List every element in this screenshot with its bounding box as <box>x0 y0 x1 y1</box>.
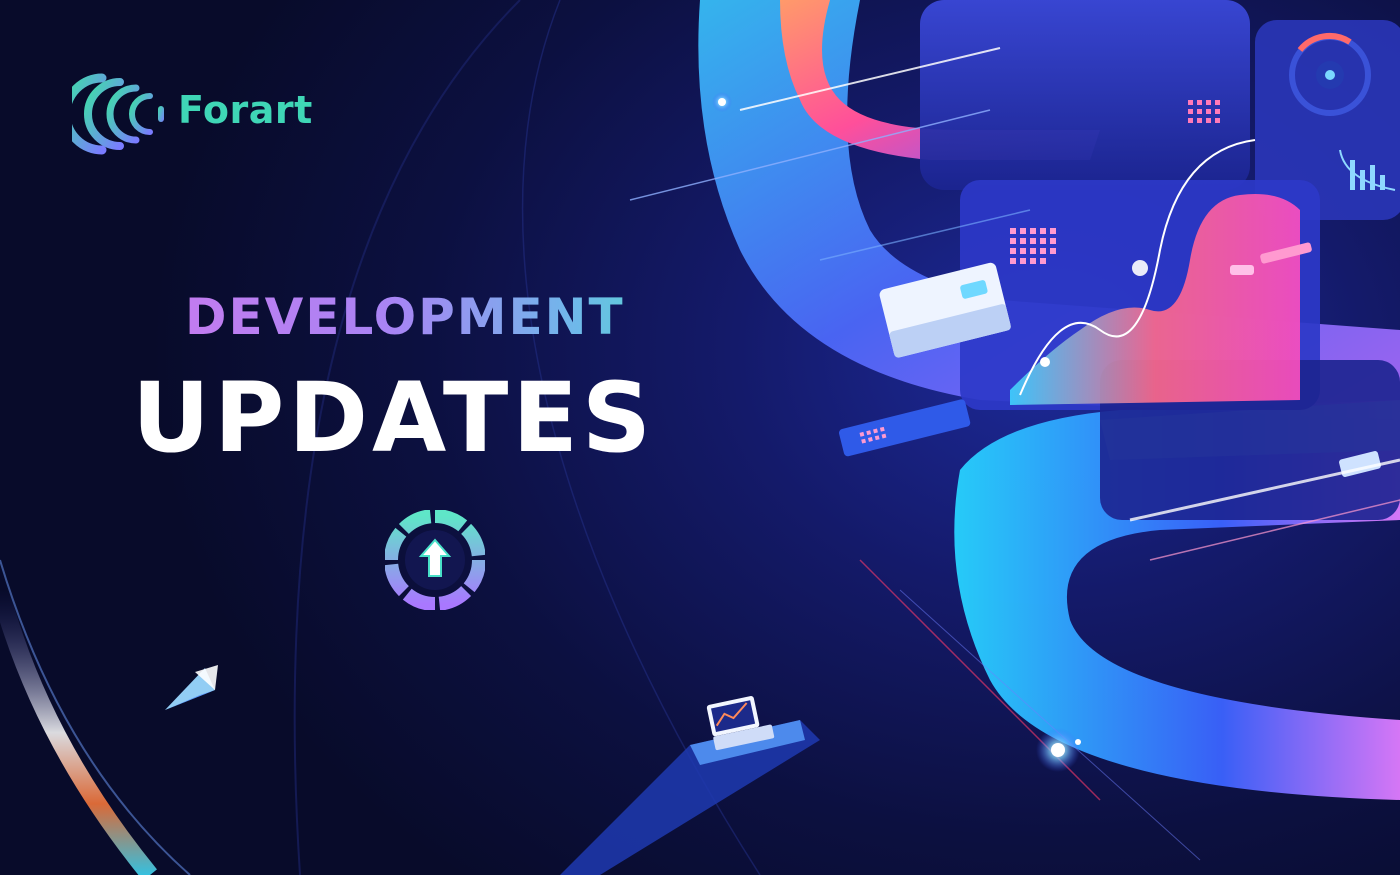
forart-logo-icon <box>72 73 164 155</box>
upload-progress-ring-icon <box>385 510 485 610</box>
brand-name: Forart <box>178 88 313 132</box>
headline-line-1: DEVELOPMENT <box>185 288 705 346</box>
headline-line-2: UPDATES <box>132 362 656 474</box>
banner: Forart DEVELOPMENT UPDATES <box>0 0 1400 875</box>
